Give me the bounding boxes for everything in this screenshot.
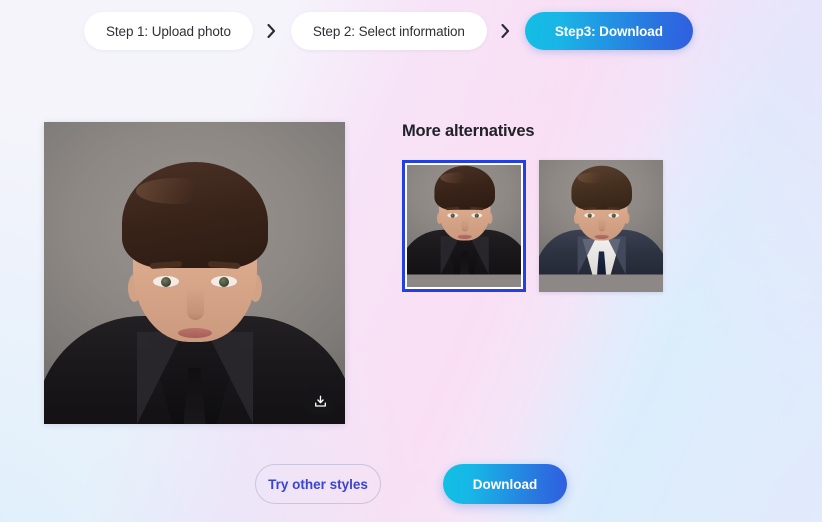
- try-other-styles-label: Try other styles: [268, 476, 368, 492]
- alternatives-title: More alternatives: [402, 122, 535, 140]
- try-other-styles-button[interactable]: Try other styles: [255, 464, 381, 504]
- action-bar: Try other styles Download: [0, 464, 822, 504]
- alternatives-list: [402, 160, 663, 292]
- portrait-mouth: [177, 328, 212, 338]
- portrait-lapel-left: [136, 332, 183, 424]
- main-photo-preview[interactable]: [44, 122, 345, 424]
- portrait-nose: [186, 288, 204, 320]
- photo-download-button[interactable]: [307, 388, 333, 414]
- download-icon: [314, 395, 326, 407]
- alternative-thumbnail-1[interactable]: [402, 160, 526, 292]
- alternative-thumbnail-2-image: [539, 160, 663, 292]
- step-separator-2: [487, 24, 525, 38]
- download-button[interactable]: Download: [443, 464, 567, 504]
- main-photo-image: [44, 122, 345, 424]
- app-root: Step 1: Upload photo Step 2: Select info…: [0, 0, 822, 522]
- portrait-eye-left: [152, 276, 179, 287]
- chevron-right-icon: [501, 24, 510, 38]
- step-3-label: Step3: Download: [554, 23, 663, 39]
- download-label: Download: [472, 476, 538, 492]
- step-1-upload-photo[interactable]: Step 1: Upload photo: [84, 12, 253, 50]
- step-2-select-information[interactable]: Step 2: Select information: [290, 12, 487, 50]
- step-2-label: Step 2: Select information: [312, 23, 465, 39]
- thumb-portrait: [539, 160, 663, 275]
- alternative-thumbnail-2[interactable]: [539, 160, 663, 292]
- step-separator-1: [253, 24, 291, 38]
- alternative-thumbnail-1-image: [407, 165, 521, 287]
- step-3-download[interactable]: Step3: Download: [524, 12, 693, 50]
- thumb-portrait: [407, 165, 521, 275]
- step-1-label: Step 1: Upload photo: [106, 23, 231, 39]
- portrait-eye-right: [210, 276, 237, 287]
- alternatives-panel: More alternatives: [402, 104, 663, 292]
- portrait-lapel-right: [206, 332, 253, 424]
- stepper: Step 1: Upload photo Step 2: Select info…: [84, 12, 693, 50]
- chevron-right-icon: [267, 24, 276, 38]
